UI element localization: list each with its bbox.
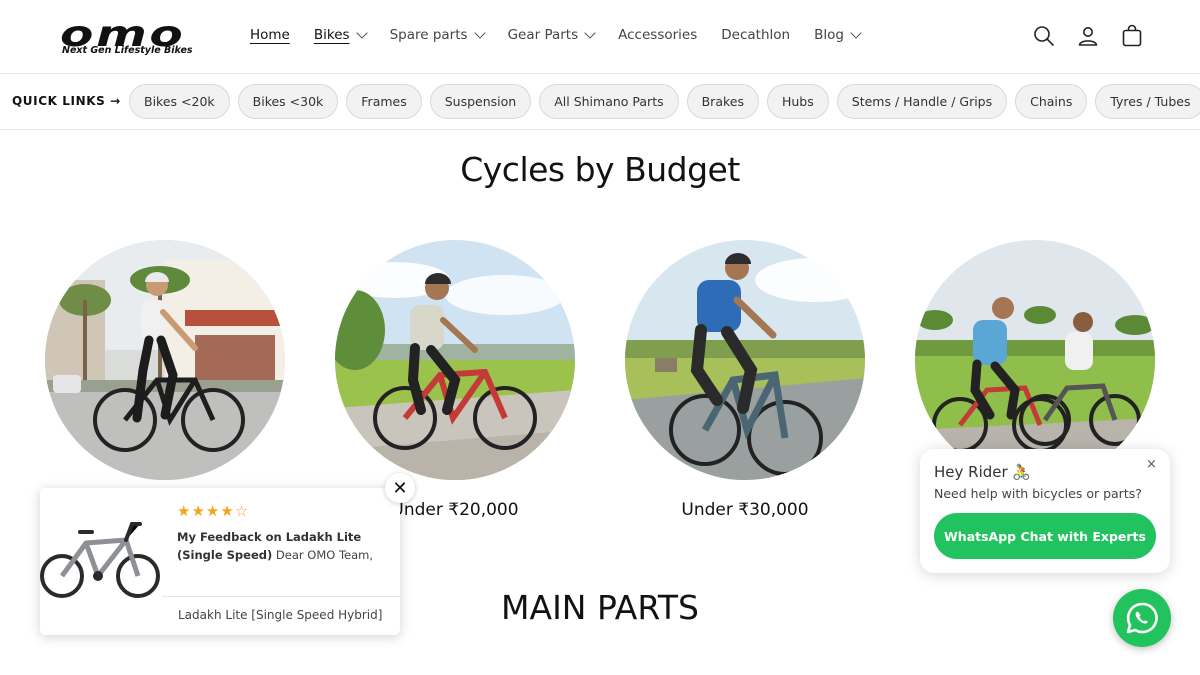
quick-link-pill[interactable]: Suspension bbox=[429, 84, 532, 119]
quick-link-pill[interactable]: Stems / Handle / Grips bbox=[836, 84, 1008, 119]
budget-label-under-30000[interactable]: Under ₹30,000 bbox=[625, 500, 865, 520]
review-popup[interactable]: ★★★★☆ My Feedback on Ladakh Lite (Single… bbox=[40, 488, 400, 635]
quick-link-pill[interactable]: Brakes bbox=[686, 84, 759, 119]
nav-spare-parts-label: Spare parts bbox=[389, 27, 468, 43]
nav-accessories[interactable]: Accessories bbox=[618, 27, 697, 43]
chevron-down-icon bbox=[473, 27, 486, 39]
review-snippet: My Feedback on Ladakh Lite (Single Speed… bbox=[177, 528, 389, 564]
nav-bikes-label: Bikes bbox=[313, 27, 350, 43]
logo-tagline: Next Gen Lifestyle Bikes bbox=[62, 45, 193, 56]
nav-gear-parts[interactable]: Gear Parts bbox=[507, 27, 596, 43]
quick-link-pill[interactable]: All Shimano Parts bbox=[539, 84, 679, 119]
cart-icon[interactable] bbox=[1120, 24, 1144, 48]
quick-links-list: Bikes <20k Bikes <30k Frames Suspension … bbox=[129, 84, 1200, 119]
quick-links-bar: QUICK LINKS → Bikes <20k Bikes <30k Fram… bbox=[0, 74, 1200, 130]
close-icon[interactable]: × bbox=[1146, 457, 1157, 472]
nav-accessories-label: Accessories bbox=[618, 27, 698, 43]
divider bbox=[162, 596, 400, 597]
nav-home-label: Home bbox=[250, 27, 290, 43]
account-icon[interactable] bbox=[1076, 24, 1100, 48]
quick-link-pill[interactable]: Frames bbox=[346, 84, 422, 119]
section-title-budget: Cycles by Budget bbox=[460, 150, 740, 189]
nav-spare-parts[interactable]: Spare parts bbox=[389, 27, 486, 43]
nav-gear-parts-label: Gear Parts bbox=[507, 27, 579, 43]
whatsapp-help-text: Need help with bicycles or parts? bbox=[934, 486, 1142, 501]
rating-stars: ★★★★☆ bbox=[177, 502, 250, 520]
quick-link-pill[interactable]: Chains bbox=[1015, 84, 1088, 119]
close-icon[interactable]: ✕ bbox=[385, 473, 415, 503]
chevron-down-icon bbox=[584, 27, 596, 39]
budget-image-under-20000[interactable] bbox=[335, 240, 575, 480]
product-image bbox=[40, 488, 162, 635]
nav-blog-label: Blog bbox=[814, 27, 844, 43]
nav-decathlon-label: Decathlon bbox=[721, 27, 791, 43]
whatsapp-chat-button[interactable]: WhatsApp Chat with Experts bbox=[934, 513, 1156, 559]
chevron-down-icon bbox=[355, 27, 368, 39]
nav-home[interactable]: Home bbox=[250, 27, 290, 43]
nav-bikes[interactable]: Bikes bbox=[313, 27, 368, 43]
whatsapp-chat-card: Hey Rider 🚴 Need help with bicycles or p… bbox=[920, 449, 1170, 573]
nav-blog[interactable]: Blog bbox=[814, 27, 862, 43]
budget-image-under-30000[interactable] bbox=[625, 240, 865, 480]
quick-link-pill[interactable]: Bikes <30k bbox=[237, 84, 339, 119]
quick-link-pill[interactable]: Tyres / Tubes bbox=[1095, 84, 1200, 119]
quick-links-title: QUICK LINKS → bbox=[12, 94, 121, 108]
budget-image-city[interactable] bbox=[45, 240, 285, 480]
main-nav: Home Bikes Spare parts Gear Parts Access… bbox=[250, 27, 884, 43]
budget-image-two-riders[interactable] bbox=[915, 240, 1155, 480]
site-header: omo Next Gen Lifestyle Bikes Home Bikes … bbox=[0, 0, 1200, 74]
quick-link-pill[interactable]: Hubs bbox=[766, 84, 829, 119]
nav-decathlon[interactable]: Decathlon bbox=[721, 27, 790, 43]
search-icon[interactable] bbox=[1032, 24, 1056, 48]
quick-link-pill[interactable]: Bikes <20k bbox=[129, 84, 230, 119]
whatsapp-greeting: Hey Rider 🚴 bbox=[934, 463, 1032, 481]
chevron-down-icon bbox=[850, 27, 862, 39]
brand-logo[interactable]: omo Next Gen Lifestyle Bikes bbox=[60, 14, 205, 60]
whatsapp-icon[interactable] bbox=[1113, 589, 1171, 647]
review-product-name[interactable]: Ladakh Lite [Single Speed Hybrid] bbox=[178, 608, 382, 622]
